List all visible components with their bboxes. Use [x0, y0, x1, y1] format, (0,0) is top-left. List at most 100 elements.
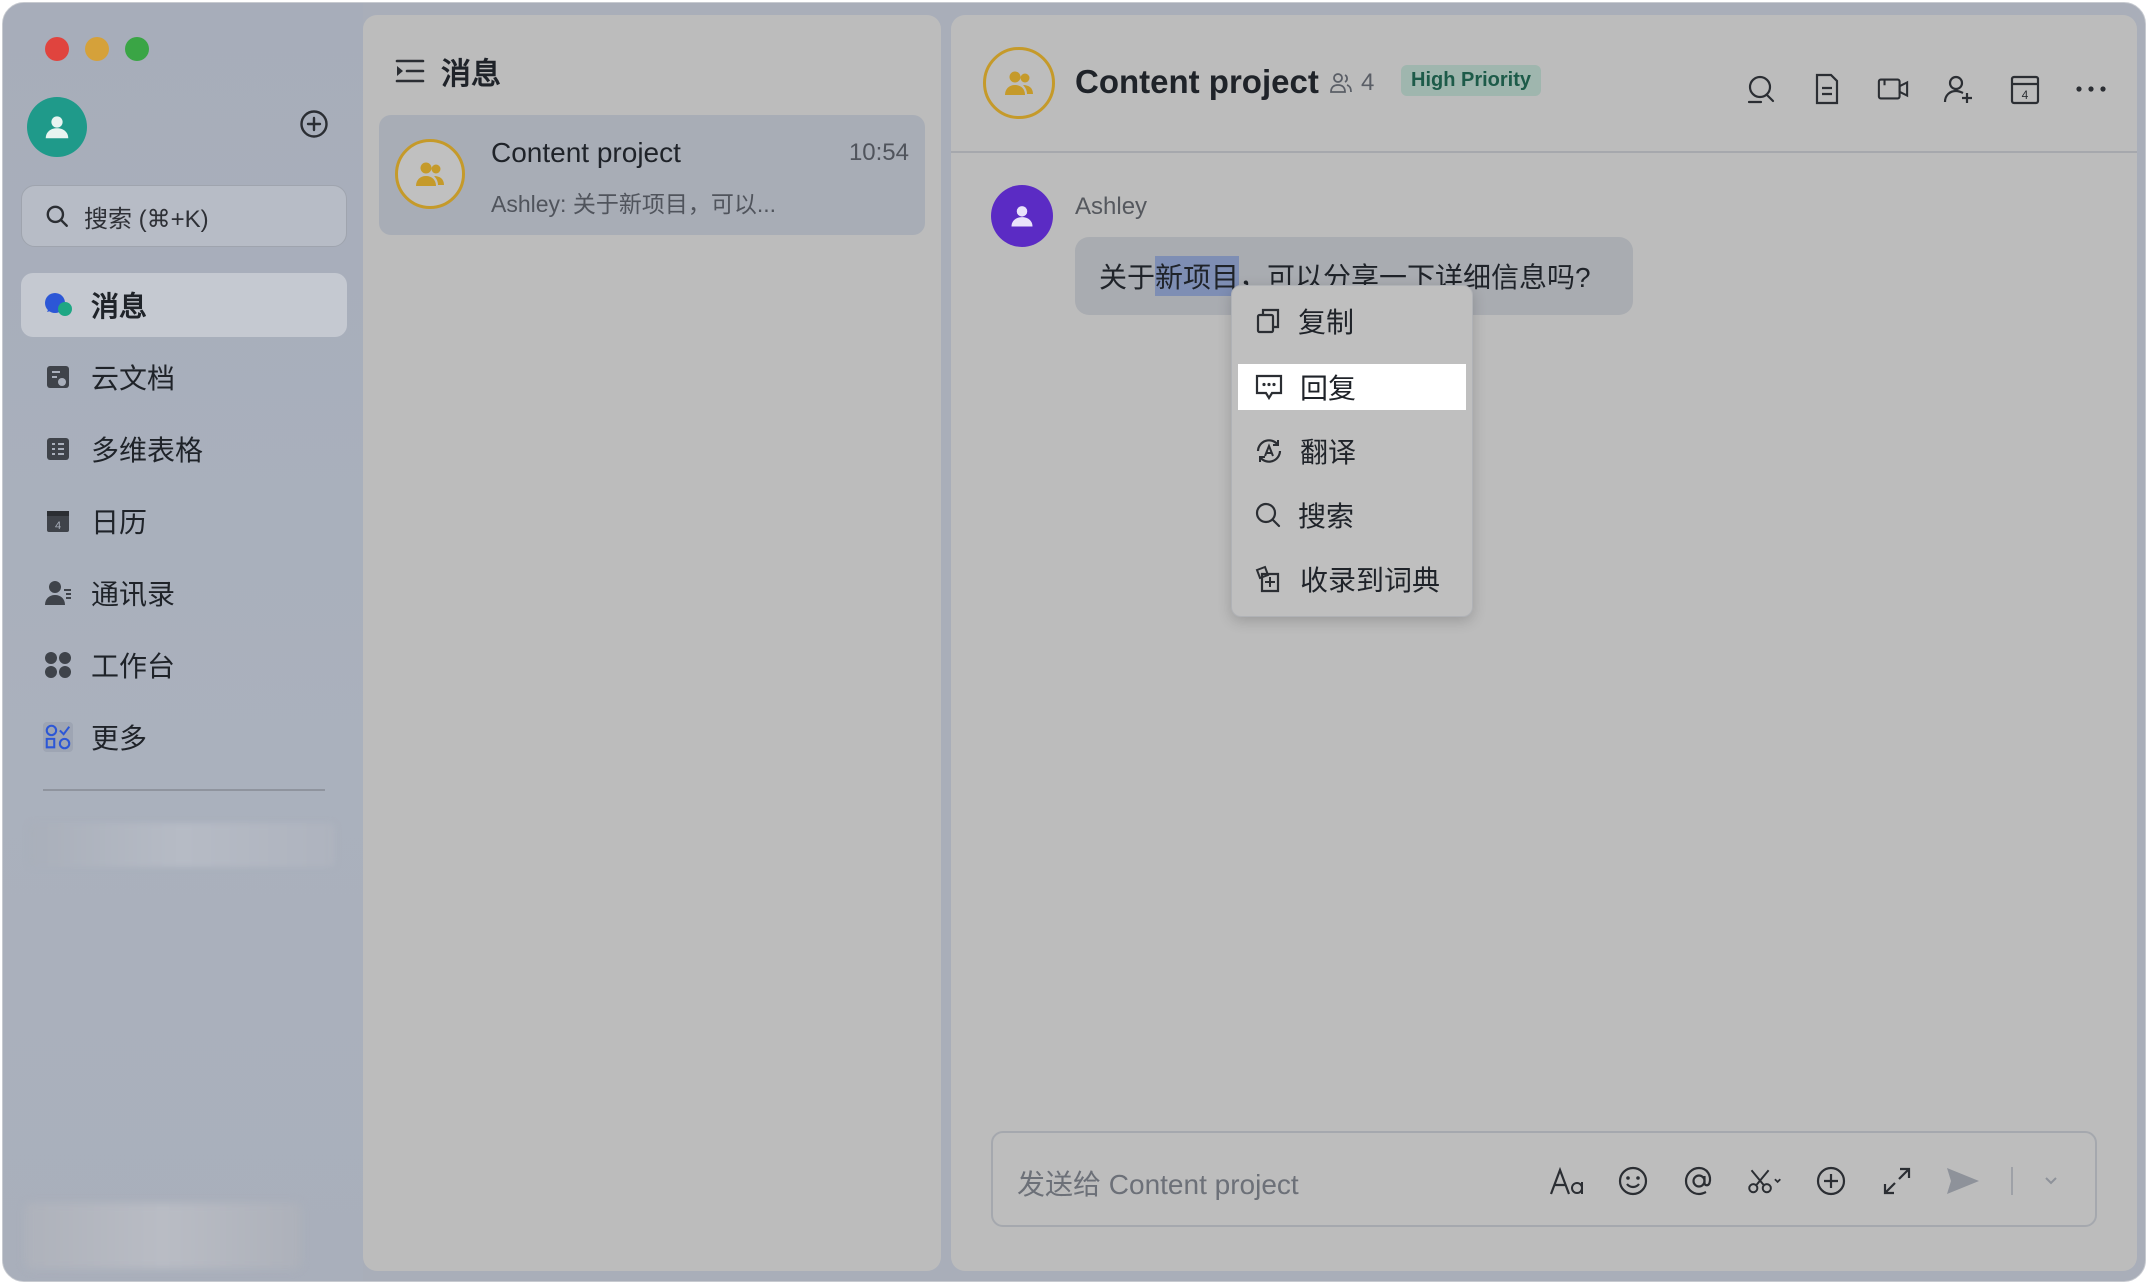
docs-button[interactable]	[1811, 73, 1843, 105]
document-icon	[1815, 73, 1839, 105]
search-chat-icon	[1747, 75, 1775, 104]
chat-time: 10:54	[848, 139, 909, 166]
add-member-button[interactable]	[1943, 73, 1975, 105]
contacts-icon	[43, 578, 73, 608]
calendar-icon: 4	[2010, 75, 2040, 105]
sidebar-divider	[43, 789, 325, 791]
emoji-button[interactable]	[1615, 1163, 1651, 1199]
sidebar-item-bitable[interactable]: 多维表格	[21, 417, 347, 481]
search-icon	[1255, 502, 1281, 528]
sidebar-item-messages[interactable]: 消息	[21, 273, 347, 337]
plus-circle-icon	[1816, 1166, 1846, 1196]
search-input[interactable]: 搜索 (⌘+K)	[21, 185, 347, 247]
chat-list-item[interactable]: Content project 10:54 Ashley: 关于新项目，可以..…	[379, 115, 925, 235]
workspace-icon	[43, 650, 73, 680]
group-avatar	[395, 139, 465, 209]
sidebar-item-label: 日历	[91, 507, 148, 538]
collapse-list-icon[interactable]	[395, 57, 425, 85]
menu-item-translate[interactable]: 翻译	[1238, 428, 1466, 474]
zoom-window-button[interactable]	[125, 37, 149, 61]
more-apps-icon	[43, 722, 73, 752]
send-icon	[1947, 1168, 1979, 1194]
screenshot-button[interactable]	[1747, 1163, 1783, 1199]
menu-item-add-to-dictionary[interactable]: 收录到词典	[1238, 556, 1466, 602]
menu-item-copy[interactable]: 复制	[1238, 298, 1466, 344]
members-icon	[1330, 73, 1352, 93]
plus-circle-icon	[300, 110, 328, 138]
chat-bubble-icon	[43, 290, 73, 320]
chevron-down-icon	[2045, 1177, 2057, 1185]
expand-editor-button[interactable]	[1879, 1163, 1915, 1199]
chat-preview: Ashley: 关于新项目，可以...	[491, 191, 776, 217]
text-format-icon	[1549, 1166, 1583, 1195]
send-button[interactable]	[1945, 1163, 1981, 1199]
send-divider	[2011, 1167, 2013, 1195]
chat-toolbar: 4	[1745, 73, 2107, 105]
dictionary-icon	[1255, 565, 1280, 593]
chat-list-header: 消息	[395, 49, 501, 93]
send-options-button[interactable]	[2043, 1163, 2059, 1199]
blurred-placeholder	[29, 823, 335, 867]
chat-list-pane: 消息 Content project 10:54 Ashley: 关于新项目，可…	[363, 15, 941, 1271]
search-in-chat-button[interactable]	[1745, 73, 1777, 105]
menu-item-label: 收录到词典	[1300, 565, 1441, 596]
text-format-button[interactable]	[1549, 1163, 1585, 1199]
sidebar-item-contacts[interactable]: 通讯录	[21, 561, 347, 625]
video-icon	[1877, 78, 1909, 100]
menu-item-search[interactable]: 搜索	[1238, 492, 1466, 538]
chat-name: Content project	[491, 137, 681, 168]
sidebar-item-more[interactable]: 更多	[21, 705, 347, 769]
priority-badge: High Priority	[1401, 65, 1542, 96]
create-button[interactable]	[299, 109, 329, 139]
message-composer[interactable]: 发送给 Content project	[991, 1131, 2097, 1227]
sidebar-item-calendar[interactable]: 4 日历	[21, 489, 347, 553]
table-icon	[43, 434, 73, 464]
more-attach-button[interactable]	[1813, 1163, 1849, 1199]
sidebar-item-label: 工作台	[91, 651, 176, 682]
add-user-icon	[1943, 75, 1972, 103]
more-options-button[interactable]	[2075, 73, 2107, 105]
composer-toolbar	[1549, 1163, 2059, 1199]
chat-pane: Content project 4 High Priority 4 Ashley…	[951, 15, 2137, 1271]
sidebar-item-label: 通讯录	[91, 579, 176, 610]
group-icon	[416, 162, 444, 186]
calendar-button[interactable]: 4	[2009, 73, 2041, 105]
sidebar-item-label: 更多	[91, 723, 148, 754]
selected-text[interactable]: 新项目	[1155, 256, 1240, 296]
message-sender: Ashley	[1075, 193, 1148, 220]
minimize-window-button[interactable]	[85, 37, 109, 61]
sender-avatar[interactable]	[991, 185, 1053, 247]
scissors-icon	[1748, 1169, 1781, 1194]
user-avatar[interactable]	[27, 97, 87, 157]
mention-button[interactable]	[1681, 1163, 1717, 1199]
copy-icon	[1256, 308, 1280, 334]
blurred-placeholder	[25, 1203, 301, 1269]
at-sign-icon	[1684, 1166, 1712, 1196]
cloud-doc-icon	[43, 362, 73, 392]
member-count[interactable]: 4	[1329, 69, 1374, 97]
menu-item-label: 回复	[1300, 373, 1357, 404]
menu-item-label: 复制	[1298, 307, 1355, 338]
context-menu: 复制 回复 翻译 搜索 收录到词典	[1231, 285, 1473, 617]
calendar-icon: 4	[43, 506, 73, 536]
video-call-button[interactable]	[1877, 73, 1909, 105]
close-window-button[interactable]	[45, 37, 69, 61]
sidebar-item-workspace[interactable]: 工作台	[21, 633, 347, 697]
menu-item-reply[interactable]: 回复	[1238, 364, 1466, 410]
translate-icon	[1256, 439, 1282, 463]
svg-text:4: 4	[2022, 88, 2029, 102]
group-avatar[interactable]	[983, 47, 1055, 119]
list-title: 消息	[441, 58, 501, 91]
person-icon	[45, 116, 69, 139]
sidebar-item-cloud-docs[interactable]: 云文档	[21, 345, 347, 409]
sidebar-item-label: 云文档	[91, 363, 176, 394]
ellipsis-icon	[2076, 86, 2106, 92]
composer-placeholder: 发送给 Content project	[1017, 1169, 1299, 1200]
search-icon	[46, 205, 68, 227]
sidebar-item-label: 多维表格	[91, 435, 204, 466]
menu-item-label: 翻译	[1300, 437, 1357, 468]
sidebar-item-label: 消息	[91, 291, 148, 322]
group-icon	[1005, 71, 1033, 95]
menu-item-label: 搜索	[1298, 501, 1355, 532]
expand-icon	[1883, 1167, 1911, 1195]
